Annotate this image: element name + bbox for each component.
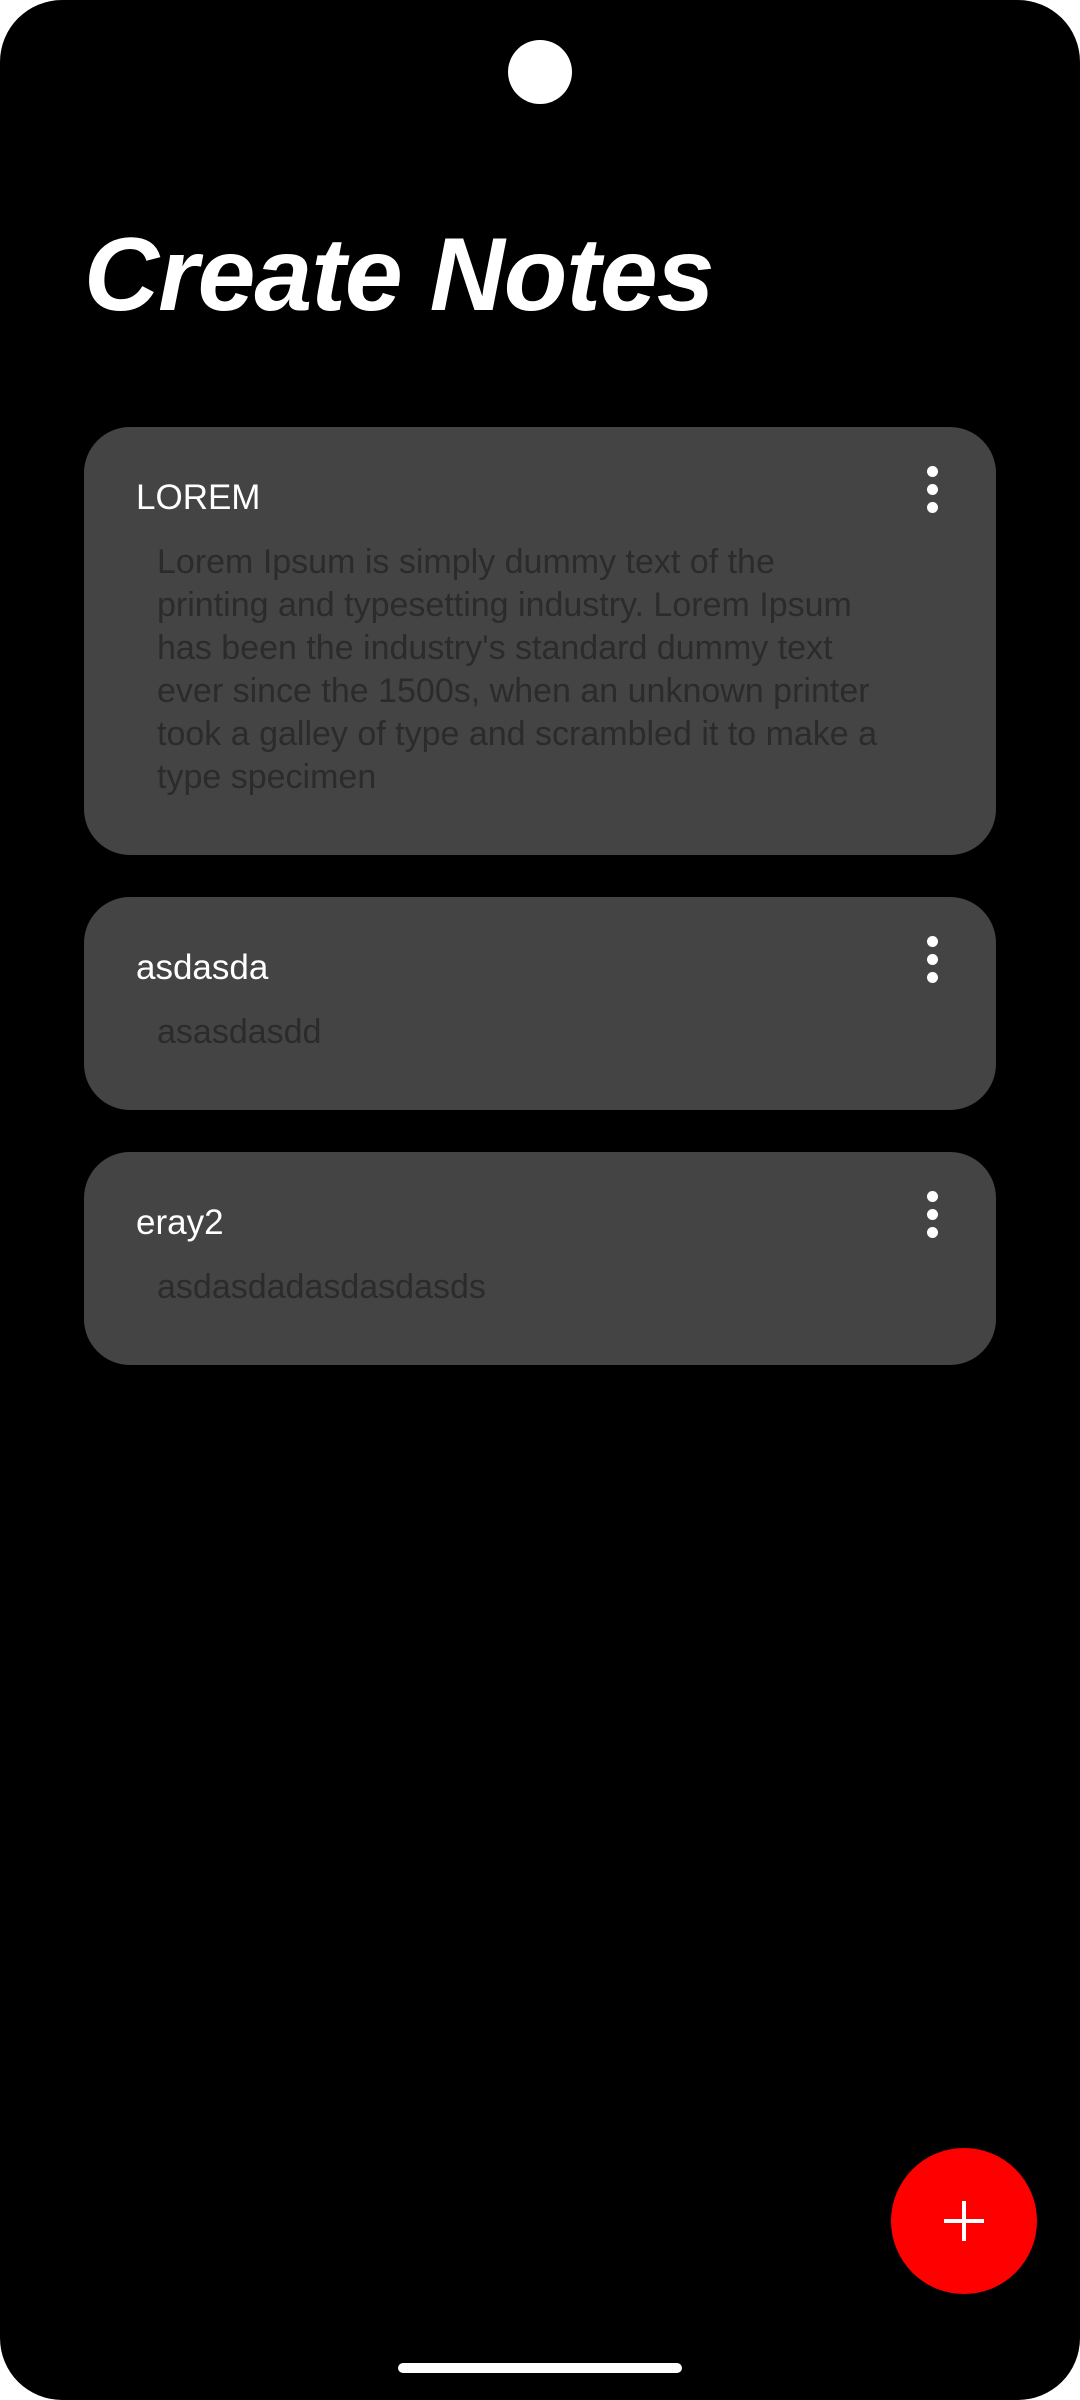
front-camera [508, 40, 572, 104]
more-vertical-icon-dot [926, 483, 938, 495]
plus-icon [944, 2201, 984, 2241]
more-options-button[interactable] [904, 927, 960, 991]
add-note-button[interactable] [891, 2148, 1037, 2294]
more-options-button[interactable] [904, 1182, 960, 1246]
note-title: eray2 [136, 1203, 224, 1242]
home-indicator[interactable] [398, 2363, 682, 2373]
note-body: asasdasdd [157, 1013, 322, 1051]
notes-list: LOREM Lorem Ipsum is simply dummy text o… [84, 427, 996, 1407]
more-vertical-icon-dot [926, 1226, 938, 1238]
page-title: Create Notes [84, 217, 715, 333]
note-title: asdasda [136, 948, 269, 987]
more-vertical-icon [926, 935, 938, 947]
note-body: asdasdadasdasdasds [157, 1268, 486, 1306]
note-title: LOREM [136, 478, 261, 517]
more-vertical-icon [926, 1190, 938, 1202]
note-card[interactable]: asdasda asasdasdd [84, 897, 996, 1110]
more-vertical-icon-dot [926, 971, 938, 983]
more-vertical-icon [926, 465, 938, 477]
more-vertical-icon-dot [926, 1208, 938, 1220]
note-body: Lorem Ipsum is simply dummy text of the … [157, 543, 878, 796]
app-screen: Create Notes LOREM Lorem Ipsum is simply… [0, 0, 1080, 2400]
more-options-button[interactable] [904, 457, 960, 521]
more-vertical-icon-dot [926, 501, 938, 513]
note-card[interactable]: LOREM Lorem Ipsum is simply dummy text o… [84, 427, 996, 855]
note-card[interactable]: eray2 asdasdadasdasdasds [84, 1152, 996, 1365]
more-vertical-icon-dot [926, 953, 938, 965]
